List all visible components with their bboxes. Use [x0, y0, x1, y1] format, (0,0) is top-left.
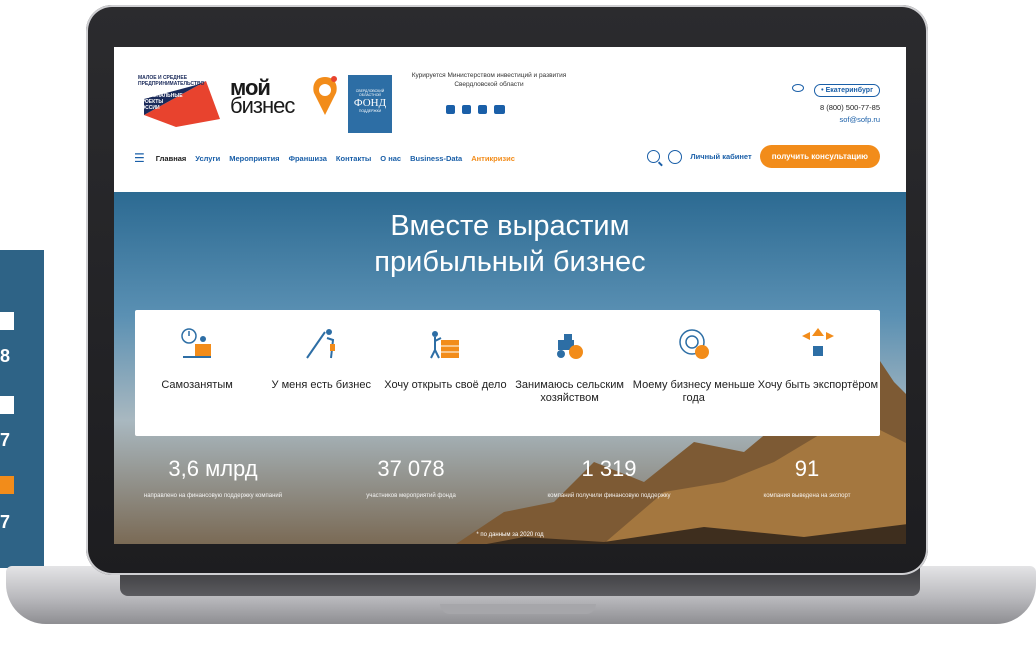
stats-row: 3,6 млрд направлено на финансовую поддер… — [114, 456, 906, 500]
youtube-icon[interactable] — [494, 105, 505, 114]
laptop-notch — [440, 604, 596, 614]
main-nav: ☰ Главная Услуги Мероприятия Франшиза Ко… — [134, 151, 515, 165]
panel-number: 7 — [0, 512, 11, 532]
nav-item-franchise[interactable]: Франшиза — [289, 154, 327, 163]
card-self-employed[interactable]: Самозанятым — [135, 310, 259, 436]
panel-marker — [0, 312, 14, 330]
hero-title-line2: прибыльный бизнес — [374, 246, 646, 278]
stat-desc: участников мероприятий фонда — [366, 493, 456, 499]
stat-value: 37 078 — [377, 456, 445, 481]
card-label: Хочу быть экспортёром — [757, 379, 879, 391]
moy-biznes-logo[interactable]: мой бизнес — [230, 77, 295, 118]
facebook-icon[interactable] — [478, 105, 487, 114]
brand-line2: бизнес — [230, 93, 295, 118]
stat-value: 91 — [794, 456, 820, 481]
stat-desc: направлено на финансовую поддержку компа… — [143, 493, 283, 499]
business-owner-icon — [306, 329, 336, 359]
fund-logo[interactable]: СВЕРДЛОВСКИЙ ОБЛАСТНОЙ ФОНД ПОДДЕРЖКИ — [348, 75, 392, 133]
site-header: МАЛОЕ И СРЕДНЕЕ ПРЕДПРИНИМАТЕЛЬСТВО НАЦИ… — [114, 47, 906, 142]
card-label: Моему бизнесу меньше года — [632, 379, 755, 404]
globe-target-icon — [679, 329, 709, 359]
header-contacts: • Екатеринбург 8 (800) 500-77-85 sof@sof… — [791, 79, 880, 124]
phone-number[interactable]: 8 (800) 500-77-85 — [792, 103, 880, 112]
panel-marker — [0, 396, 14, 414]
get-consultation-button[interactable]: получить консультацию — [759, 145, 880, 168]
hero-title: Вместе вырастим прибыльный бизнес — [114, 208, 906, 280]
stat-desc: компания выведена на экспорт — [763, 493, 851, 499]
fund-logo-line: ПОДДЕРЖКИ — [358, 109, 382, 113]
search-icon[interactable] — [647, 150, 661, 163]
laptop-screen: МАЛОЕ И СРЕДНЕЕ ПРЕДПРИНИМАТЕЛЬСТВО НАЦИ… — [114, 47, 906, 544]
stat-item: 91 компания выведена на экспорт — [708, 456, 906, 500]
tractor-icon — [556, 334, 583, 359]
card-label: Самозанятым — [161, 379, 233, 391]
map-pin-logo-icon — [313, 76, 337, 115]
supervision-text: Курируется Министерством инвестиций и ра… — [411, 72, 567, 88]
stat-value: 1 319 — [581, 456, 637, 481]
hero-title-line1: Вместе вырастим — [390, 210, 630, 242]
panel-marker-active — [0, 476, 14, 494]
nav-item-anticrisis[interactable]: Антикризис — [471, 154, 515, 163]
audience-cards: Самозанятым У меня есть бизнес Хочу откр… — [135, 310, 880, 436]
logo-line: ПРЕДПРИНИМАТЕЛЬСТВО — [138, 81, 205, 87]
menu-burger-icon[interactable]: ☰ — [134, 151, 145, 165]
fund-logo-line: ФОНД — [353, 97, 387, 109]
stat-item: 3,6 млрд направлено на финансовую поддер… — [114, 456, 312, 500]
nav-item-about[interactable]: О нас — [380, 154, 401, 163]
email-link[interactable]: sof@sofp.ru — [792, 115, 880, 124]
stats-footnote: * по данным за 2020 год — [476, 532, 544, 538]
accessibility-eye-icon[interactable] — [791, 83, 804, 92]
card-label: У меня есть бизнес — [271, 379, 371, 391]
stat-item: 1 319 компаний получили финансовую подде… — [510, 456, 708, 500]
panel-number: 7 — [0, 430, 11, 450]
card-label: Хочу открыть своё дело — [384, 379, 507, 391]
card-agriculture[interactable]: Занимаюсь сельским хозяйством — [508, 310, 632, 436]
social-links — [446, 105, 505, 114]
personal-cabinet-link[interactable]: Личный кабинет — [690, 152, 751, 161]
build-wall-icon — [430, 331, 460, 359]
card-business-owner[interactable]: У меня есть бизнес — [259, 310, 383, 436]
card-exporter[interactable]: Хочу быть экспортёром — [756, 310, 880, 436]
card-young-business[interactable]: Моему бизнесу меньше года — [632, 310, 756, 436]
nav-item-home[interactable]: Главная — [156, 154, 187, 163]
city-selector[interactable]: • Екатеринбург — [814, 84, 880, 97]
instagram-icon[interactable] — [446, 105, 455, 114]
side-panel: 8 7 7 — [0, 250, 44, 568]
user-icon[interactable] — [668, 149, 683, 164]
stat-item: 37 078 участников мероприятий фонда — [312, 456, 510, 500]
nav-item-business-data[interactable]: Business-Data — [410, 154, 462, 163]
logo-line: РОССИИ — [138, 105, 160, 111]
hero-section: Вместе вырастим прибыльный бизнес Самоза… — [114, 192, 906, 544]
stat-desc: компаний получили финансовую поддержку — [547, 493, 671, 499]
nav-right: Личный кабинет получить консультацию — [647, 145, 880, 168]
vk-icon[interactable] — [462, 105, 471, 114]
self-employed-icon — [181, 328, 212, 358]
nav-item-services[interactable]: Услуги — [195, 154, 220, 163]
city-name: Екатеринбург — [825, 87, 873, 94]
stat-value: 3,6 млрд — [168, 456, 258, 481]
national-projects-logo[interactable]: МАЛОЕ И СРЕДНЕЕ ПРЕДПРИНИМАТЕЛЬСТВО НАЦИ… — [136, 71, 226, 131]
export-arrows-icon — [801, 328, 834, 356]
card-label: Занимаюсь сельским хозяйством — [515, 379, 624, 404]
panel-number: 8 — [0, 346, 11, 366]
nav-item-events[interactable]: Мероприятия — [229, 154, 279, 163]
nav-item-contacts[interactable]: Контакты — [336, 154, 371, 163]
card-open-business[interactable]: Хочу открыть своё дело — [383, 310, 507, 436]
